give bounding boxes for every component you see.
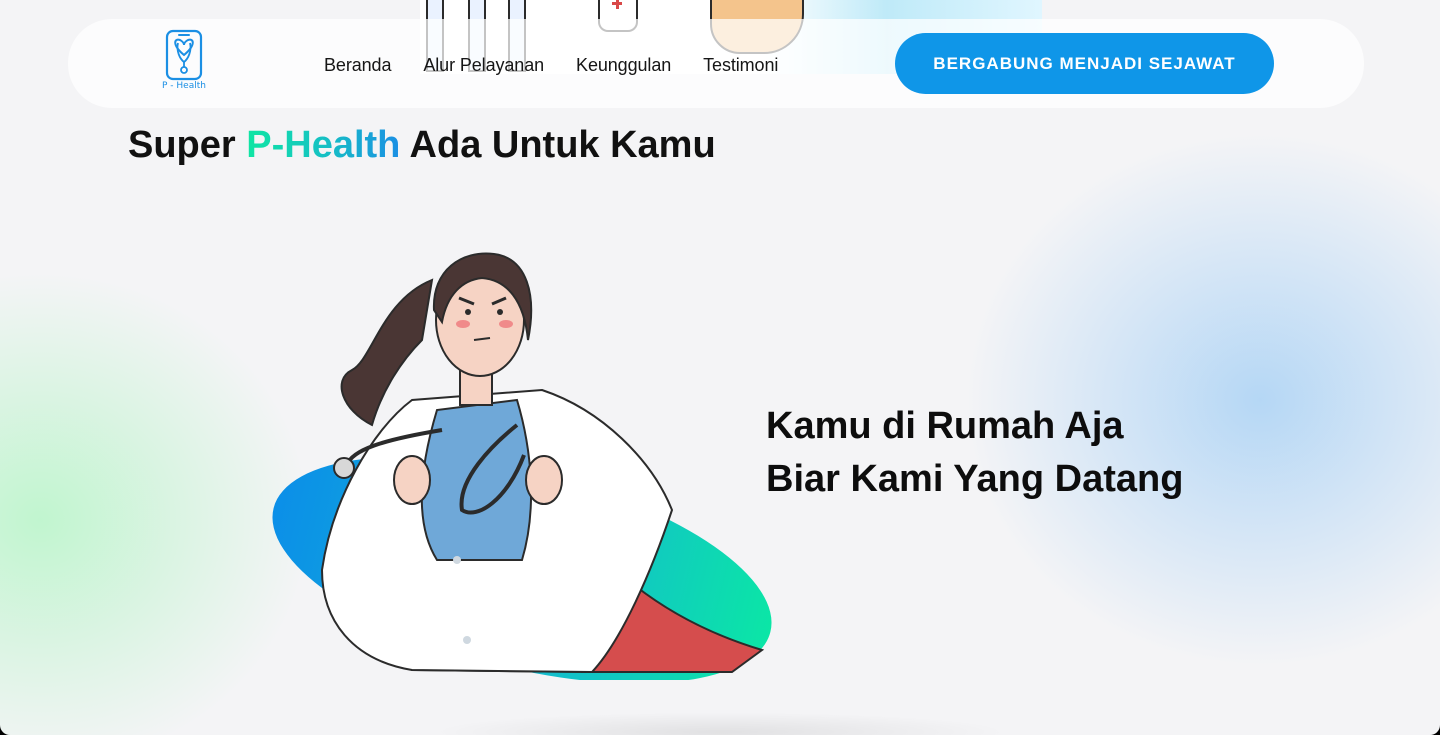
nav-link-keunggulan[interactable]: Keunggulan (576, 55, 671, 76)
landing-page: P - Health Beranda Alur Pelayanan Keungg… (0, 0, 1440, 735)
nav-link-alur-pelayanan[interactable]: Alur Pelayanan (423, 55, 544, 76)
join-as-partner-button[interactable]: BERGABUNG MENJADI SEJAWAT (895, 33, 1274, 94)
superhero-doctor-illustration (262, 240, 782, 684)
hero-title-brand: P-Health (246, 124, 401, 166)
hero-title: Super P-Health Ada Untuk Kamu (128, 124, 716, 167)
phone-heart-stethoscope-icon (165, 29, 203, 81)
next-section-shadow (430, 712, 1010, 735)
nav-link-testimoni[interactable]: Testimoni (703, 55, 778, 76)
tagline-line-2: Biar Kami Yang Datang (766, 458, 1184, 500)
tagline-line-1: Kamu di Rumah Aja (766, 405, 1124, 447)
hero-title-suffix: Ada Untuk Kamu (400, 124, 716, 166)
logo[interactable]: P - Health (160, 29, 208, 93)
hero-title-prefix: Super (128, 124, 247, 166)
nav-links: Beranda Alur Pelayanan Keunggulan Testim… (324, 55, 778, 76)
navbar: P - Health Beranda Alur Pelayanan Keungg… (68, 19, 1364, 108)
hero-tagline: Kamu di Rumah Aja Biar Kami Yang Datang (766, 400, 1183, 506)
nav-link-beranda[interactable]: Beranda (324, 55, 391, 76)
logo-text: P - Health (162, 81, 206, 91)
